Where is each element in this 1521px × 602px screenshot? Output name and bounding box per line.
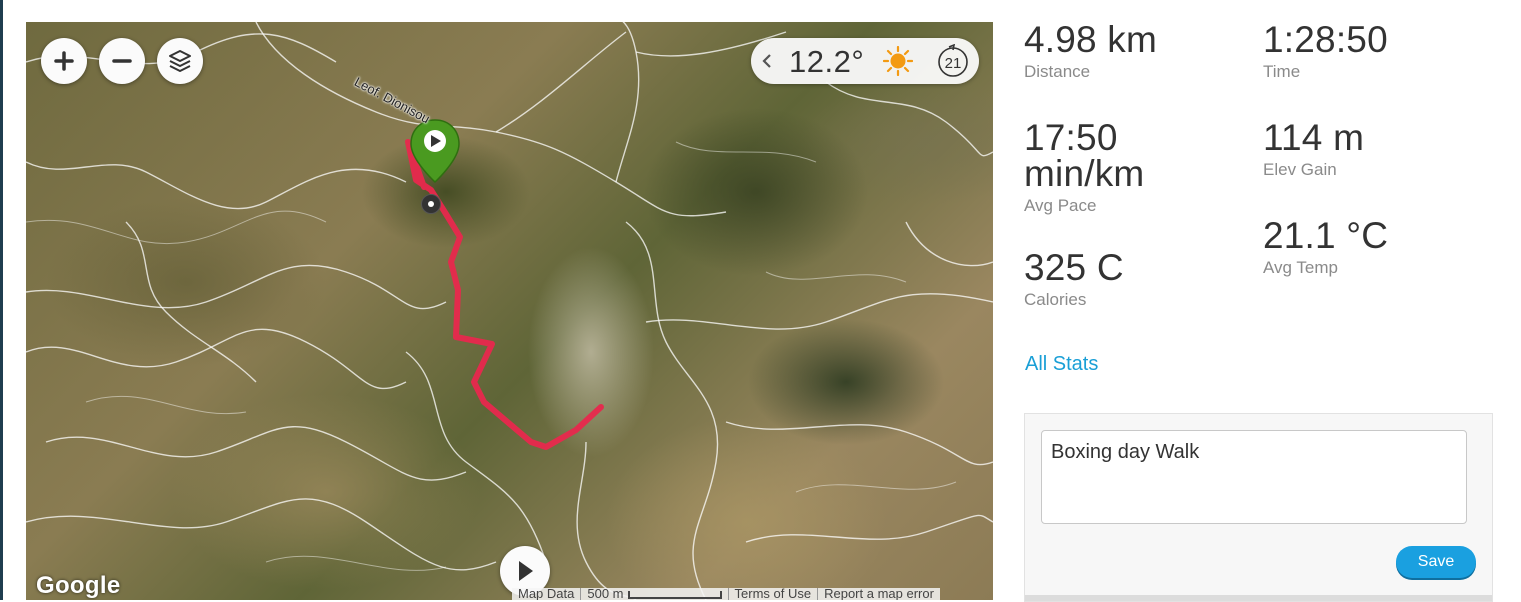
elev-gain-value: 114 m xyxy=(1263,117,1365,158)
stat-calories: 325 C Calories xyxy=(1024,247,1124,310)
calories-label: Calories xyxy=(1024,290,1087,309)
elev-gain-label: Elev Gain xyxy=(1263,160,1337,179)
save-button[interactable]: Save xyxy=(1396,546,1476,578)
plus-icon xyxy=(54,51,74,71)
weather-widget[interactable]: 12.2° 21 xyxy=(751,38,979,84)
sun-icon xyxy=(883,46,913,76)
time-value: 1:28:50 xyxy=(1263,19,1388,60)
chevron-left-icon[interactable] xyxy=(761,52,773,70)
scale-label: 500 m xyxy=(587,588,624,600)
time-replay-icon[interactable]: 21 xyxy=(935,44,971,78)
minus-icon xyxy=(112,59,132,63)
stat-avg-temp: 21.1 °C Avg Temp xyxy=(1263,215,1389,278)
map-scale: 500 m xyxy=(581,588,729,600)
avg-temp-value: 21.1 °C xyxy=(1263,215,1389,256)
map-attribution-bar: Map Data 500 m Terms of Use Report a map… xyxy=(512,588,940,600)
all-stats-link[interactable]: All Stats xyxy=(1025,353,1098,376)
pace-unit: min/km xyxy=(1024,153,1145,194)
stat-avg-pace: 17:50 min/km Avg Pace xyxy=(1024,117,1145,216)
layers-icon xyxy=(169,50,191,72)
map-layers-button[interactable] xyxy=(157,38,203,84)
pace-label: Avg Pace xyxy=(1024,196,1097,215)
route-track xyxy=(405,139,604,450)
panel-divider xyxy=(1025,595,1492,601)
window-edge xyxy=(0,0,3,600)
notes-panel: Boxing day Walk Save xyxy=(1024,413,1493,602)
weather-temperature: 12.2° xyxy=(789,44,865,79)
terms-of-use-link[interactable]: Terms of Use xyxy=(729,588,819,600)
zoom-in-button[interactable] xyxy=(41,38,87,84)
start-pin-icon[interactable] xyxy=(407,118,463,189)
activity-notes-textarea[interactable]: Boxing day Walk xyxy=(1041,430,1467,524)
pace-value: 17:50 xyxy=(1024,117,1118,158)
distance-label: Distance xyxy=(1024,62,1091,81)
stat-distance: 4.98 km Distance xyxy=(1024,19,1158,82)
route-map[interactable]: Leof. Dionisou 12.2° 21 Google Map Data … xyxy=(26,22,993,600)
calories-value: 325 C xyxy=(1024,247,1124,288)
time-label: Time xyxy=(1263,62,1301,81)
scale-bar xyxy=(627,590,722,599)
stat-elev-gain: 114 m Elev Gain xyxy=(1263,117,1365,180)
map-data-link[interactable]: Map Data xyxy=(512,588,582,600)
zoom-out-button[interactable] xyxy=(99,38,145,84)
distance-value: 4.98 km xyxy=(1024,19,1158,60)
stat-time: 1:28:50 Time xyxy=(1263,19,1388,82)
time-badge: 21 xyxy=(945,55,962,72)
google-logo: Google xyxy=(36,572,121,599)
finish-marker-icon xyxy=(421,194,441,214)
report-map-error-link[interactable]: Report a map error xyxy=(818,588,940,600)
avg-temp-label: Avg Temp xyxy=(1263,258,1338,277)
